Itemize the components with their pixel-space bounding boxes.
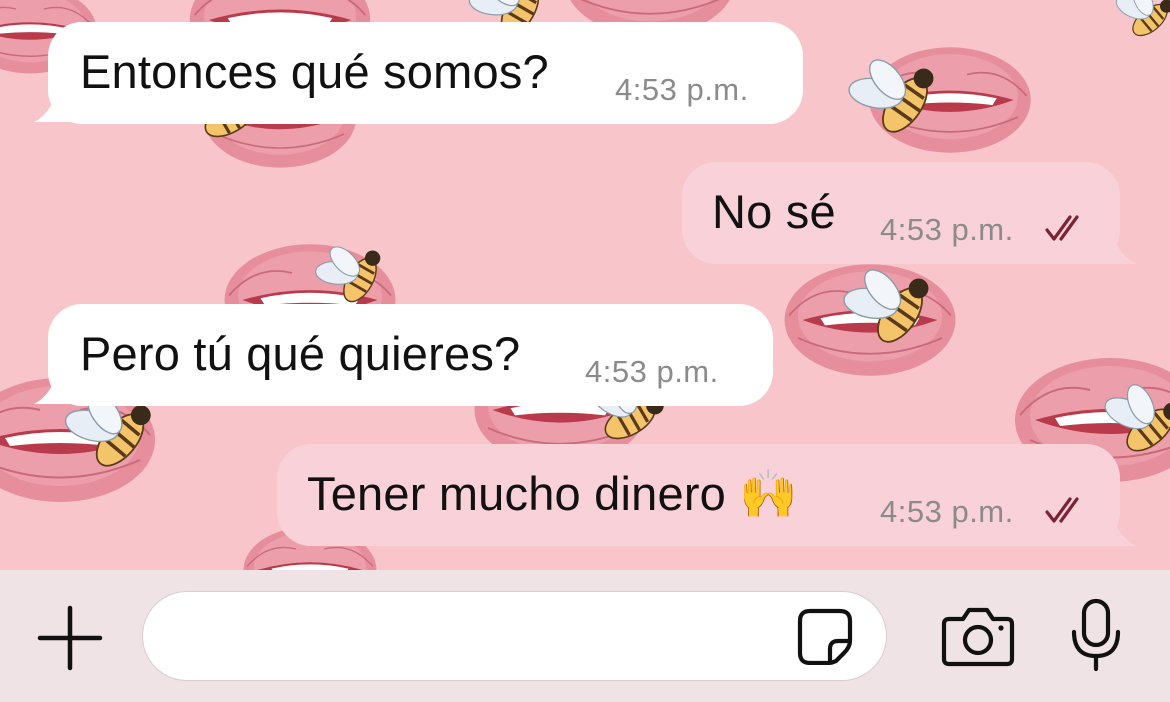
message-text: Tener mucho dinero 🙌 (307, 467, 798, 520)
message-input[interactable] (142, 591, 887, 681)
message-timestamp: 4:53 p.m. (585, 354, 719, 389)
plus-icon[interactable] (36, 604, 104, 672)
message-text: No sé (712, 185, 836, 238)
microphone-icon[interactable] (1068, 598, 1124, 672)
message-timestamp: 4:53 p.m. (615, 72, 749, 107)
message-bubble-incoming[interactable]: Pero tú qué quieres? 4:53 p.m. (48, 304, 773, 406)
message-bubble-outgoing[interactable]: Tener mucho dinero 🙌 4:53 p.m. (277, 444, 1120, 546)
sticker-icon[interactable] (796, 607, 854, 665)
message-timestamp: 4:53 p.m. (880, 494, 1014, 529)
message-text: Entonces qué somos? (80, 45, 549, 98)
message-bubble-outgoing[interactable]: No sé 4:53 p.m. (682, 162, 1120, 264)
double-check-icon (1045, 497, 1079, 523)
message-text: Pero tú qué quieres? (80, 327, 521, 380)
message-bubble-incoming[interactable]: Entonces qué somos? 4:53 p.m. (48, 22, 803, 124)
camera-icon[interactable] (941, 605, 1015, 667)
double-check-icon (1045, 215, 1079, 241)
message-timestamp: 4:53 p.m. (880, 212, 1014, 247)
chat-area[interactable]: Entonces qué somos? 4:53 p.m. No sé 4:53… (0, 0, 1170, 570)
